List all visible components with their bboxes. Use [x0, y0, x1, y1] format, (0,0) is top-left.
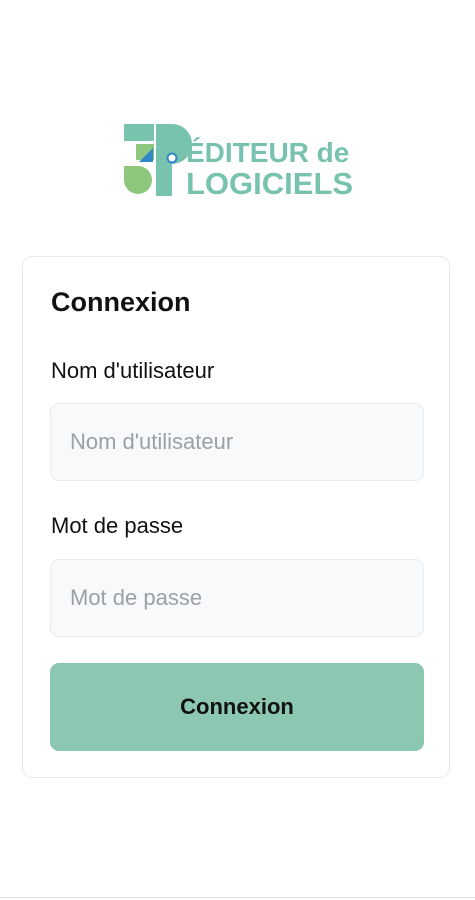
logo-line-1: ÉDITEUR de	[186, 137, 349, 168]
password-label: Mot de passe	[51, 513, 184, 538]
company-logo: ÉDITEUR de LOGICIELS	[122, 122, 357, 200]
login-card: Connexion Nom d'utilisateur Mot de passe…	[22, 256, 450, 778]
username-input[interactable]	[50, 403, 424, 481]
logo-mark-icon	[124, 124, 192, 196]
bottom-divider	[0, 897, 475, 898]
logo-line-2: LOGICIELS	[186, 166, 353, 200]
login-button[interactable]: Connexion	[50, 663, 424, 751]
password-input[interactable]	[50, 559, 424, 637]
login-title: Connexion	[51, 287, 191, 317]
username-label: Nom d'utilisateur	[51, 358, 215, 383]
